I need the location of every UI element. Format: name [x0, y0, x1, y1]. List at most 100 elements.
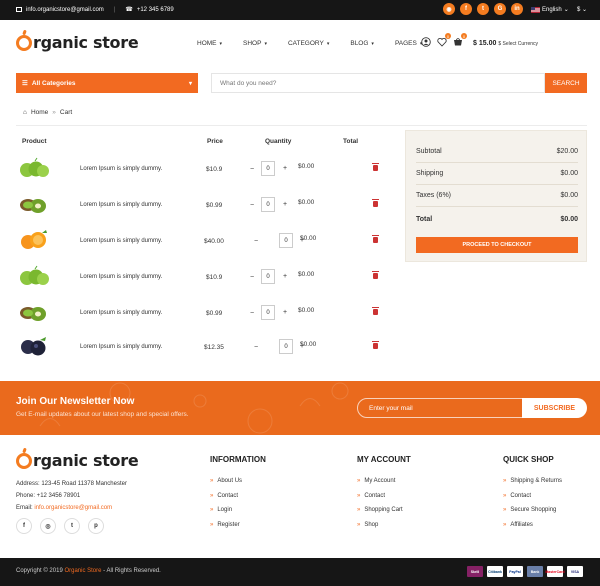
product-desc[interactable]: Lorem Ipsum is simply dummy. [80, 310, 162, 316]
search-button[interactable]: SEARCH [545, 73, 587, 93]
footer-link[interactable]: » Login [210, 503, 266, 518]
pinterest-icon[interactable]: p [88, 518, 104, 534]
footer-link[interactable]: » Secure Shopping [503, 503, 562, 518]
row-total: $0.00 [298, 199, 315, 206]
footer-information: INFORMATION » About Us » Contact » Login » R… [210, 455, 266, 532]
heart-icon[interactable]: 0 [437, 33, 451, 47]
footer-link[interactable]: » Contact [357, 489, 411, 504]
footer-link[interactable]: » About Us [210, 474, 266, 489]
currency-label: $ [577, 7, 581, 13]
qty-input[interactable]: 0 [261, 197, 275, 212]
cart-icon[interactable]: 0 [453, 33, 467, 47]
qty-increase-button[interactable]: + [283, 201, 287, 208]
qty-decrease-button[interactable]: − [250, 202, 254, 209]
qty-decrease-button[interactable]: − [250, 310, 254, 317]
footer-logo[interactable]: rganic store [16, 451, 139, 470]
qty-decrease-button[interactable]: − [254, 344, 258, 351]
trash-icon[interactable] [372, 341, 379, 349]
product-desc[interactable]: Lorem Ipsum is simply dummy. [80, 344, 162, 350]
nav-shop[interactable]: SHOP ▾ [243, 40, 267, 47]
logo[interactable]: rganic store [16, 33, 139, 52]
chevron-right-icon: » [503, 507, 507, 514]
nav-blog[interactable]: BLOG ▾ [350, 40, 374, 47]
nav-label: CATEGORY [287, 40, 324, 47]
trash-icon[interactable] [372, 271, 379, 279]
cart-total[interactable]: $ 15.00 $ Select Currency [473, 40, 538, 47]
trash-icon[interactable] [372, 307, 379, 315]
row-total: $0.00 [300, 341, 317, 348]
footer-heading: QUICK SHOP [503, 455, 554, 464]
main-nav: HOME ▾ SHOP ▾ CATEGORY ▾ BLOG ▾ PAGES ▾ [197, 40, 443, 47]
footer-heading: INFORMATION [210, 455, 266, 464]
footer-link[interactable]: » Shipping & Returns [503, 474, 562, 489]
trash-icon[interactable] [372, 199, 379, 207]
qty-input[interactable]: 0 [279, 233, 293, 248]
kiwi-image [20, 199, 46, 213]
language-select[interactable]: English ⌄ [531, 6, 569, 13]
chevron-down-icon: ▾ [326, 40, 330, 47]
footer-link[interactable]: » Affiliates [503, 518, 562, 533]
footer-contact: Address: 123-45 Road 11378 Manchester Ph… [16, 478, 127, 514]
qty-increase-button[interactable]: + [283, 309, 287, 316]
subscribe-button[interactable]: SUBSCRIBE [522, 398, 587, 418]
top-email[interactable]: info.organicstore@gmail.com [26, 7, 104, 13]
trash-icon[interactable] [372, 163, 379, 171]
product-desc[interactable]: Lorem Ipsum is simply dummy. [80, 166, 162, 172]
copyright-brand[interactable]: Organic Store [64, 568, 101, 574]
breadcrumb-home[interactable]: Home [31, 109, 48, 116]
footer-link[interactable]: » Shop [357, 518, 411, 533]
qty-increase-button[interactable]: + [283, 273, 287, 280]
kiwi-image [20, 307, 46, 321]
newsletter-email-input[interactable]: Enter your mail [357, 398, 523, 418]
twitter-icon[interactable]: t [64, 518, 80, 534]
checkout-button[interactable]: PROCEED TO CHECKOUT [416, 237, 578, 253]
top-phone[interactable]: +12 345 6789 [137, 7, 174, 13]
nav-home[interactable]: HOME ▾ [197, 40, 222, 47]
chevron-down-icon: ⌄ [582, 7, 588, 13]
facebook-icon[interactable]: f [16, 518, 32, 534]
cart-badge: 0 [461, 33, 467, 39]
nav-category[interactable]: CATEGORY ▾ [288, 40, 329, 47]
twitter-icon[interactable]: t [477, 3, 489, 15]
qty-input[interactable]: 0 [261, 161, 275, 176]
cart-row: Lorem Ipsum is simply dummy. $0.99 − 0 +… [16, 301, 386, 331]
qty-decrease-button[interactable]: − [250, 166, 254, 173]
footer-link-label: Contact [364, 492, 386, 499]
qty-decrease-button[interactable]: − [254, 238, 258, 245]
product-price: $10.9 [206, 166, 223, 173]
qty-decrease-button[interactable]: − [250, 274, 254, 281]
currency-select[interactable]: $ ⌄ [577, 6, 587, 13]
qty-input[interactable]: 0 [261, 305, 275, 320]
orange-image [21, 230, 47, 249]
copyright-suffix: - All Rights Reserved. [103, 568, 161, 574]
product-desc[interactable]: Lorem Ipsum is simply dummy. [80, 202, 162, 208]
language-label: English [542, 6, 562, 13]
citibank-icon: Citibank [487, 566, 503, 577]
linkedin-icon[interactable]: in [511, 3, 523, 15]
footer-link[interactable]: » Contact [503, 489, 562, 504]
footer-link[interactable]: » Shopping Cart [357, 503, 411, 518]
all-categories-dropdown[interactable]: ☰ All Categories ▾ [16, 73, 198, 93]
summary-value: $0.00 [560, 170, 578, 177]
qty-input[interactable]: 0 [261, 269, 275, 284]
footer-email[interactable]: info.organicstore@gmail.com [34, 505, 112, 511]
rss-icon[interactable]: ◉ [443, 3, 455, 15]
nav-pages[interactable]: PAGES ▾ [395, 40, 422, 47]
trash-icon[interactable] [372, 235, 379, 243]
chevron-right-icon: » [210, 492, 214, 499]
instagram-icon[interactable]: ◎ [40, 518, 56, 534]
search-input[interactable]: What do you need? [211, 73, 545, 93]
qty-increase-button[interactable]: + [283, 165, 287, 172]
footer-link-label: Contact [510, 492, 532, 499]
chevron-right-icon: » [210, 521, 214, 528]
facebook-icon[interactable]: f [460, 3, 472, 15]
product-desc[interactable]: Lorem Ipsum is simply dummy. [80, 274, 162, 280]
footer-link[interactable]: » Contact [210, 489, 266, 504]
footer-link[interactable]: » My Account [357, 474, 411, 489]
product-desc[interactable]: Lorem Ipsum is simply dummy. [80, 238, 162, 244]
cart-row: Lorem Ipsum is simply dummy. $10.9 − 0 +… [16, 157, 386, 187]
user-icon[interactable] [421, 37, 431, 47]
qty-input[interactable]: 0 [279, 339, 293, 354]
google-plus-icon[interactable]: G [494, 3, 506, 15]
footer-link[interactable]: » Register [210, 518, 266, 533]
